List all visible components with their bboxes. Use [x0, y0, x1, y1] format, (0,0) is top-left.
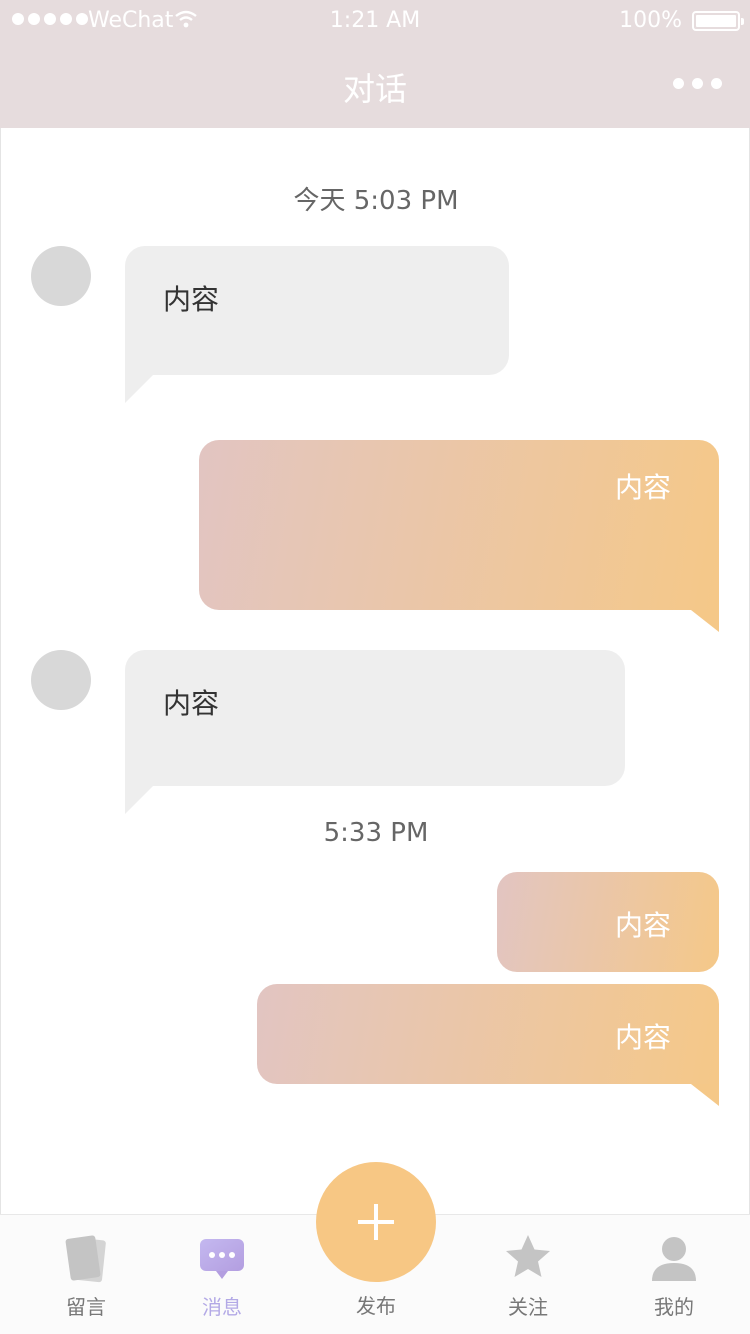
- outgoing-message-bubble[interactable]: 内容: [199, 440, 719, 632]
- message-timestamp: 5:33 PM: [323, 818, 429, 848]
- tab-label: 我的: [654, 1295, 694, 1319]
- publish-button[interactable]: [316, 1162, 436, 1282]
- incoming-message-bubble[interactable]: 内容: [125, 246, 509, 403]
- message-text: 内容: [614, 1021, 671, 1054]
- avatar[interactable]: [31, 650, 91, 710]
- message-timestamp: 今天 5:03 PM: [293, 186, 459, 216]
- tab-label: 关注: [508, 1295, 548, 1319]
- page-title: 对话: [342, 70, 407, 108]
- chat-area[interactable]: 今天 5:03 PM 内容 内容 内容 5:33 PM 内容 内容: [0, 128, 750, 1214]
- tab-label: 发布: [356, 1294, 396, 1318]
- navigation-bar: 对话: [0, 40, 750, 128]
- message-icon: [200, 1239, 244, 1279]
- message-text: 内容: [614, 909, 671, 942]
- tab-follow[interactable]: 关注: [468, 1215, 588, 1334]
- tab-label: 留言: [66, 1295, 106, 1319]
- outgoing-message-bubble[interactable]: 内容: [497, 872, 719, 972]
- tab-profile[interactable]: 我的: [614, 1215, 734, 1334]
- message-text: 内容: [163, 283, 220, 316]
- status-bar: WeChat 1:21 AM 100%: [0, 0, 750, 40]
- message-text: 内容: [614, 471, 671, 504]
- message-text: 内容: [163, 687, 220, 720]
- tab-messages[interactable]: 消息: [162, 1215, 282, 1334]
- outgoing-message-bubble[interactable]: 内容: [257, 984, 719, 1106]
- star-icon: [506, 1235, 550, 1277]
- battery-percentage: 100%: [619, 8, 682, 33]
- cards-icon: [65, 1235, 106, 1283]
- incoming-message-bubble[interactable]: 内容: [125, 650, 625, 814]
- person-icon: [652, 1237, 696, 1281]
- tab-label: 消息: [202, 1295, 242, 1319]
- battery-icon: [692, 11, 744, 31]
- tab-messages-board[interactable]: 留言: [26, 1215, 146, 1334]
- more-options-icon[interactable]: [673, 78, 722, 89]
- avatar[interactable]: [31, 246, 91, 306]
